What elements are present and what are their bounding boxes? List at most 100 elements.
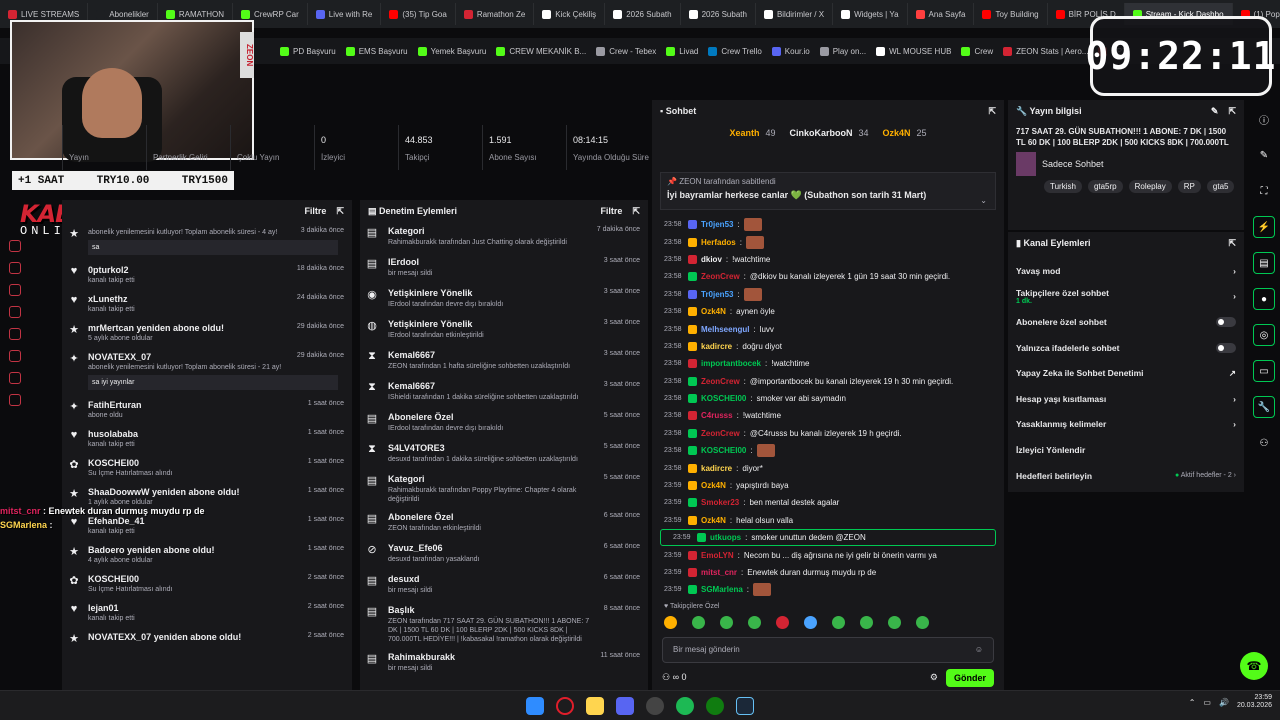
link-icon[interactable] [9, 372, 21, 384]
popout-icon[interactable]: ⇱ [1228, 238, 1236, 249]
chat-message[interactable]: 23:58 kadircre: diyor* [652, 459, 1004, 476]
chat-message[interactable]: 23:59 Ozk4N: helal olsun valla [652, 512, 1004, 529]
chat-message[interactable]: 23:58 Melhseengul: luvv [652, 320, 1004, 337]
emote-icon[interactable] [748, 615, 761, 629]
leaderboard-entry[interactable]: Ozk4N 25 [883, 128, 927, 138]
edit-icon[interactable]: ✎ [1253, 144, 1275, 166]
settings-icon[interactable] [9, 350, 21, 362]
chat-message[interactable]: 23:58 Herfados: [652, 233, 1004, 250]
chat-username[interactable]: ZeonCrew [701, 429, 740, 438]
chat-message[interactable]: 23:58 ZeonCrew: @dkiov bu kanalı izleyerek… [652, 268, 1004, 285]
toggle-switch[interactable] [1216, 342, 1236, 353]
browser-tab[interactable]: 2026 Subath [605, 3, 681, 25]
chat-username[interactable]: ZeonCrew [701, 377, 740, 386]
bookmark-item[interactable]: EMS Başvuru [345, 46, 408, 56]
chevron-right-icon[interactable]: › [1233, 266, 1236, 276]
chat-message[interactable]: 23:58 ZeonCrew: @importantbocek bu kanalı … [652, 373, 1004, 390]
emote-icon[interactable] [664, 615, 677, 629]
chat-message[interactable]: 23:58 kadircre: doğru diyot [652, 338, 1004, 355]
home-icon[interactable] [9, 240, 21, 252]
chat-message[interactable]: 23:59 Smoker23: ben mental destek agalar [652, 494, 1004, 511]
chat-username[interactable]: Ozk4N [701, 481, 726, 490]
info-icon[interactable]: ⓘ [1253, 108, 1275, 130]
taskbar-clock[interactable]: 23:59 20.03.2026 [1237, 694, 1272, 711]
stream-tag[interactable]: Roleplay [1128, 180, 1172, 194]
chat-username[interactable]: kadircre [701, 342, 732, 351]
chat-username[interactable]: ZeonCrew [701, 272, 740, 281]
chat-message[interactable]: 23:58 C4russs: !watchtime [652, 407, 1004, 424]
bookmark-item[interactable]: Yemek Başvuru [417, 46, 486, 56]
stream-tag[interactable]: gta5rp [1087, 180, 1123, 194]
chat-username[interactable]: Melhseengul [701, 325, 749, 334]
chat-message[interactable]: 23:58 dkiov: !watchtime [652, 251, 1004, 268]
browser-tab[interactable]: (35) Tip Goa [381, 3, 456, 25]
spotify-icon[interactable] [676, 696, 694, 715]
popout-icon[interactable]: ⇱ [1228, 106, 1236, 117]
channel-action-item[interactable]: Takipçilere özel sohbet 1 dk. › [1008, 284, 1244, 310]
chat-username[interactable]: mitst_cnr [701, 568, 737, 577]
chat-username[interactable]: importantbocek [701, 359, 761, 368]
points-icon[interactable]: ⚇ ∞ [662, 672, 682, 682]
bookmark-item[interactable]: CREW MEKANİK B... [496, 46, 586, 56]
volume-icon[interactable]: 🔊 [1219, 698, 1229, 707]
chat-username[interactable]: utkuops [710, 533, 741, 542]
chat-message[interactable]: 23:58 KOSCHEI00: smoker var abi saymadın [652, 390, 1004, 407]
emote-icon[interactable] [832, 615, 845, 629]
obs-icon[interactable] [646, 696, 664, 715]
external-link-icon[interactable]: ↗ [1229, 368, 1236, 379]
mail-icon[interactable] [9, 306, 21, 318]
chat-username[interactable]: Tr0jen53 [701, 290, 733, 299]
chat-username[interactable]: Ozk4N [701, 516, 726, 525]
chat-message[interactable]: 23:59 utkuops: smoker unuttun dedem @ZEON [660, 529, 996, 547]
chat-message[interactable]: 23:58 Ozk4N: aynen öyle [652, 303, 1004, 320]
wrench-icon[interactable]: 🔧 [1253, 396, 1275, 418]
chat-username[interactable]: Smoker23 [701, 498, 739, 507]
users-icon[interactable]: ⚇ [1253, 432, 1275, 454]
chat-username[interactable]: Tr0jen53 [701, 220, 733, 229]
bookmark-item[interactable]: PD Başvuru [280, 46, 336, 56]
chat-message[interactable]: 23:58 KOSCHEI00: [652, 442, 1004, 459]
browser-tab[interactable]: Toy Building [974, 3, 1048, 25]
channel-action-item[interactable]: Yalnızca ifadelerle sohbet [1008, 335, 1244, 361]
broadcast-icon[interactable]: ◎ [1253, 324, 1275, 346]
bookmark-item[interactable]: Play on... [819, 46, 866, 56]
screen-icon[interactable]: ⛶ [1253, 180, 1275, 202]
stream-tag[interactable]: RP [1177, 180, 1201, 194]
send-button[interactable]: Gönder [945, 668, 994, 687]
channel-action-item[interactable]: Yasaklanmış kelimeler › [1008, 412, 1244, 438]
discord-icon[interactable] [616, 696, 634, 715]
channel-action-item[interactable]: Abonelere özel sohbet [1008, 309, 1244, 335]
chat-message[interactable]: 23:58 Tr0jen53: [652, 286, 1004, 303]
chat-message[interactable]: 23:58 importantbocek: !watchtime [652, 355, 1004, 372]
bookmark-item[interactable]: WL MOUSE HUB [876, 46, 951, 56]
chevron-right-icon[interactable]: › [1233, 394, 1236, 404]
bookmark-item[interactable]: Livad [666, 46, 698, 56]
chat-message[interactable]: 23:58 Tr0jen53: [652, 216, 1004, 233]
bookmark-item[interactable]: Crew Trello [708, 46, 762, 56]
chat-username[interactable]: dkiov [701, 255, 722, 264]
network-icon[interactable]: ▭ [1203, 698, 1211, 707]
chat-message[interactable]: 23:59 Ozk4N: yapıştırdı baya [652, 477, 1004, 494]
support-button[interactable]: ☎ [1240, 652, 1268, 680]
bookmark-item[interactable]: Crew [961, 46, 993, 56]
users-icon[interactable] [9, 262, 21, 274]
chat-username[interactable]: Herfados [701, 238, 736, 247]
emoji-icon[interactable]: ☺ [975, 645, 983, 654]
chevron-right-icon[interactable]: › [1233, 291, 1236, 301]
chat-username[interactable]: KOSCHEI00 [701, 394, 746, 403]
chat-message[interactable]: 23:59 EmoLYN: Necom bu ... diş ağrısına ne… [652, 546, 1004, 563]
gear-icon[interactable] [9, 394, 21, 406]
browser-tab[interactable]: Ana Sayfa [908, 3, 975, 25]
chat-username[interactable]: kadircre [701, 464, 732, 473]
popout-icon[interactable]: ⇱ [336, 206, 344, 217]
file-explorer-icon[interactable] [586, 696, 604, 715]
emote-icon[interactable] [804, 615, 817, 629]
chat-icon[interactable] [9, 284, 21, 296]
chat-message[interactable]: 23:59 SGMarlena: [652, 581, 1004, 598]
channel-action-item[interactable]: Yapay Zeka ile Sohbet Denetimi ↗ [1008, 360, 1244, 386]
channel-action-item[interactable]: Yavaş mod › [1008, 258, 1244, 284]
chat-message[interactable]: 23:59 mitst_cnr: Enewtek duran durmuş muyd… [652, 564, 1004, 581]
chat-bubble-icon[interactable]: ● [1253, 288, 1275, 310]
x-icon[interactable] [9, 328, 21, 340]
chat-username[interactable]: SGMarlena [701, 585, 743, 594]
